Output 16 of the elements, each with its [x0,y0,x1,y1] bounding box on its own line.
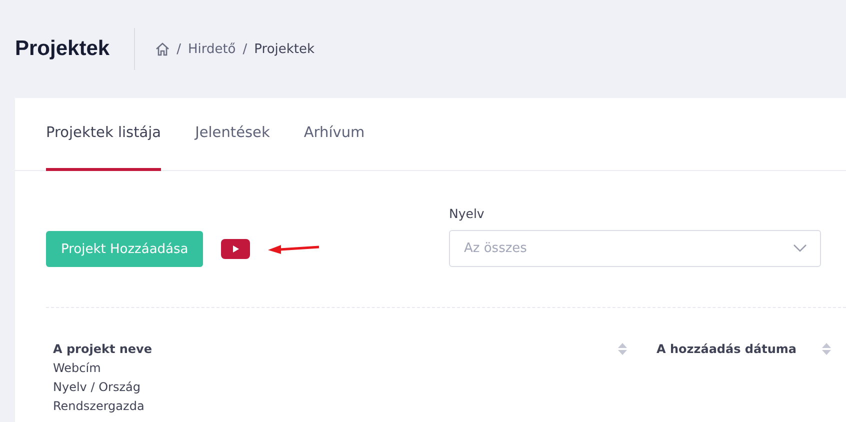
tab[interactable]: Arhívum [304,98,365,171]
tab[interactable]: Jelentések [195,98,270,171]
column-header[interactable]: A hozzáadás dátuma [631,340,822,359]
page-title: Projektek [15,28,135,70]
breadcrumb-link[interactable]: Hirdető [188,42,236,56]
breadcrumb-separator: / [176,42,181,56]
field-label: Nyelv [449,206,486,221]
home-icon[interactable] [154,42,170,56]
language-select[interactable]: Az összes [449,230,821,267]
chevron-down-icon [793,244,807,252]
column-header[interactable]: A projekt neve Webcím Nyelv / Ország Rendszergazda [53,340,152,416]
breadcrumb-separator: / [242,42,248,56]
breadcrumb-link[interactable]: Projektek [254,42,315,56]
tab[interactable]: Projektek listája [46,98,162,171]
video-play-icon[interactable] [221,239,250,259]
pointer-arrow [268,244,320,254]
